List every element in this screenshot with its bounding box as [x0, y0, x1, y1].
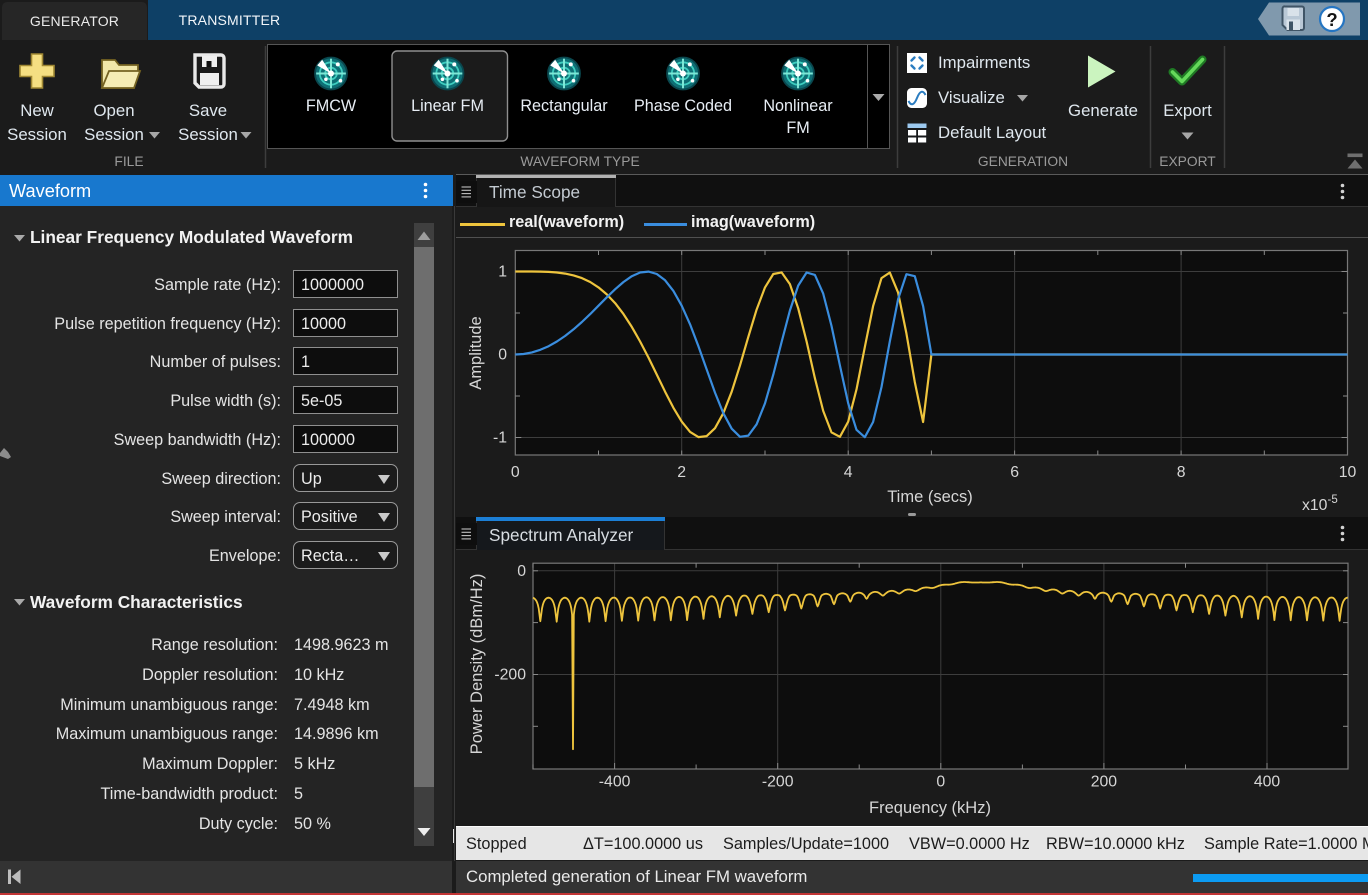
svg-text:New: New — [20, 101, 54, 120]
svg-text:Amplitude: Amplitude — [467, 316, 485, 389]
svg-text:Rectangular: Rectangular — [520, 97, 608, 115]
svg-text:WAVEFORM TYPE: WAVEFORM TYPE — [520, 154, 639, 169]
svg-text:Nonlinear: Nonlinear — [763, 97, 833, 115]
svg-text:Phase Coded: Phase Coded — [634, 97, 732, 115]
svg-text:Power Density (dBm/Hz): Power Density (dBm/Hz) — [468, 574, 486, 755]
svg-text:-1: -1 — [493, 430, 507, 447]
svg-text:200: 200 — [1091, 774, 1118, 791]
svg-text:Export: Export — [1163, 101, 1212, 120]
svg-text:Linear FM: Linear FM — [411, 97, 484, 115]
svg-text:0: 0 — [498, 347, 507, 364]
svg-text:Open: Open — [93, 101, 134, 120]
svg-text:Impairments: Impairments — [938, 53, 1030, 72]
svg-text:Session: Session — [178, 125, 238, 144]
svg-text:Frequency (kHz): Frequency (kHz) — [869, 799, 991, 817]
svg-text:6: 6 — [1010, 464, 1019, 481]
svg-text:FMCW: FMCW — [306, 97, 357, 115]
svg-text:?: ? — [1326, 9, 1337, 30]
svg-text:EXPORT: EXPORT — [1159, 154, 1216, 169]
svg-text:Time (secs): Time (secs) — [887, 488, 973, 506]
svg-text:2: 2 — [677, 464, 686, 481]
svg-text:-400: -400 — [599, 774, 631, 791]
svg-text:Generate: Generate — [1068, 101, 1138, 120]
svg-text:FILE: FILE — [114, 154, 143, 169]
svg-text:Save: Save — [189, 101, 227, 120]
svg-text:Session: Session — [7, 125, 67, 144]
svg-text:10: 10 — [1339, 464, 1357, 481]
svg-text:0: 0 — [511, 464, 520, 481]
svg-text:GENERATION: GENERATION — [978, 154, 1068, 169]
svg-text:-200: -200 — [762, 774, 794, 791]
svg-text:-5: -5 — [1328, 494, 1338, 506]
svg-text:Default Layout: Default Layout — [938, 123, 1047, 142]
svg-text:Visualize: Visualize — [938, 88, 1005, 107]
svg-text:FM: FM — [786, 119, 809, 137]
svg-text:400: 400 — [1254, 774, 1281, 791]
svg-text:-200: -200 — [494, 667, 526, 684]
svg-text:4: 4 — [844, 464, 853, 481]
svg-text:1: 1 — [498, 264, 507, 281]
svg-text:0: 0 — [517, 563, 526, 580]
svg-text:8: 8 — [1177, 464, 1186, 481]
svg-text:x10: x10 — [1302, 497, 1328, 512]
svg-text:0: 0 — [936, 774, 945, 791]
svg-text:Session: Session — [84, 125, 144, 144]
